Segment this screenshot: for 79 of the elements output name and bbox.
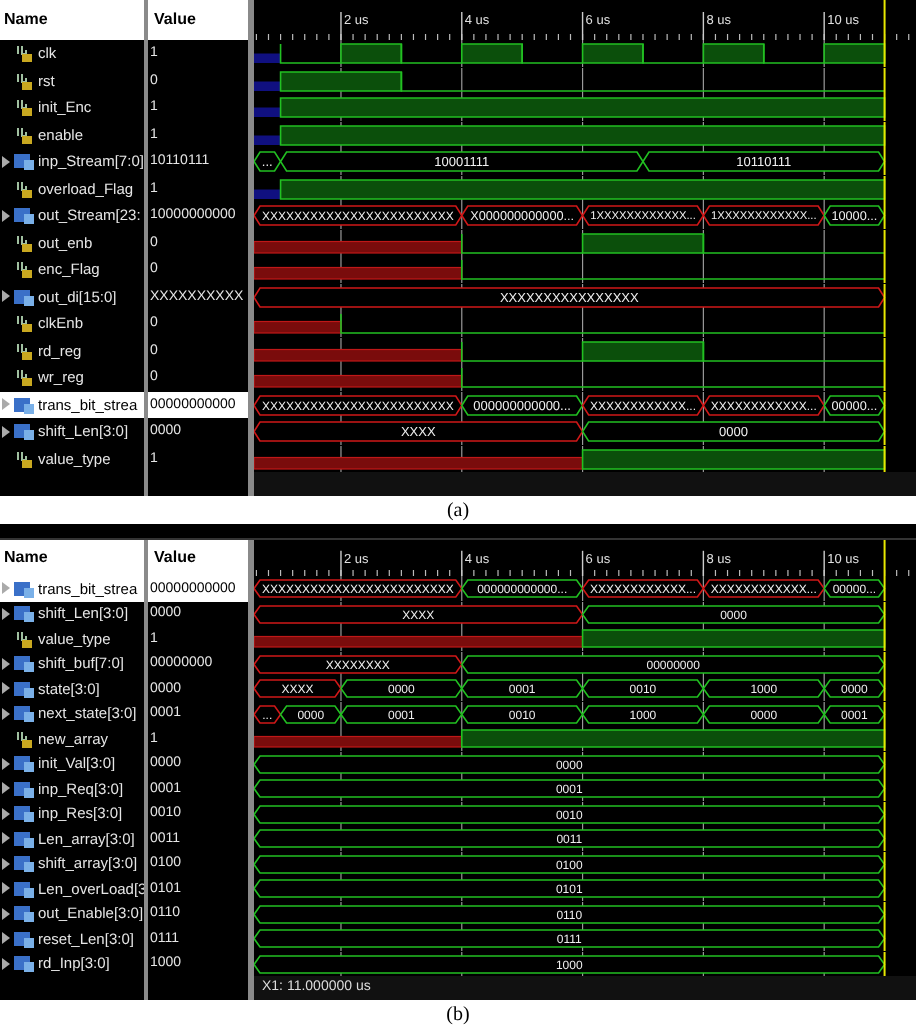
bit-signal-icon: [16, 125, 32, 144]
undefined-signal: [254, 320, 342, 334]
bus-signal-icon: [14, 579, 34, 598]
signal-high: [702, 43, 765, 64]
bus-signal-icon: [14, 679, 34, 698]
initial-signal: [254, 107, 281, 117]
bus-signal-icon: [14, 422, 34, 441]
bus-signal-icon: [14, 704, 34, 723]
bus-signal-icon: [14, 395, 34, 414]
bus-signal-icon: [14, 854, 34, 873]
bus-signal-icon: [14, 879, 34, 898]
bit-signal-icon: [16, 368, 32, 387]
bit-signal-icon: [16, 98, 32, 117]
signal-low: [521, 43, 584, 64]
cursor-line[interactable]: [883, 601, 886, 626]
bit-signal-icon: [16, 449, 32, 468]
column-header[interactable]: Value: [148, 0, 248, 40]
cursor-line[interactable]: [883, 445, 886, 472]
initial-signal: [254, 53, 281, 63]
signal-low: [460, 340, 584, 361]
bus-signal-icon: [14, 829, 34, 848]
bus-signal-icon: [14, 779, 34, 798]
cursor-line[interactable]: [883, 651, 886, 676]
signal-low: [642, 43, 705, 64]
expand-arrow-icon[interactable]: [1, 209, 9, 222]
bit-signal-icon: [16, 233, 32, 252]
signal-high: [279, 70, 403, 91]
bus-signal-icon: [14, 206, 34, 225]
signal-low: [460, 232, 584, 253]
bus-signal-icon: [14, 152, 34, 171]
signal-high: [581, 43, 644, 64]
cursor-line[interactable]: [883, 175, 886, 202]
figure-caption: (a): [446, 497, 470, 525]
cursor-line[interactable]: [883, 67, 886, 94]
column-header[interactable]: Name: [0, 540, 144, 576]
initial-signal: [254, 80, 281, 90]
expand-arrow-icon[interactable]: [1, 155, 9, 168]
signal-high: [460, 43, 523, 64]
signal-low: [400, 43, 463, 64]
bus-signal-icon: [14, 929, 34, 948]
cursor-line[interactable]: [883, 751, 886, 776]
column-header[interactable]: Value: [148, 540, 248, 576]
bit-signal-icon: [16, 729, 32, 748]
bit-signal-icon: [16, 314, 32, 333]
bit-signal-icon: [16, 71, 32, 90]
signal-high: [823, 43, 886, 64]
cursor-line[interactable]: [883, 229, 886, 256]
signal-low: [763, 43, 825, 64]
column-header[interactable]: Name: [0, 0, 144, 40]
bit-signal-icon: [16, 260, 32, 279]
bus-signal-icon: [14, 754, 34, 773]
bus-signal-icon: [14, 287, 34, 306]
expand-arrow-icon[interactable]: [1, 425, 9, 438]
bus-signal-icon: [14, 604, 34, 623]
cursor-line[interactable]: [883, 701, 886, 726]
cursor-line[interactable]: [883, 951, 886, 976]
signal-high: [581, 232, 705, 253]
cursor-line[interactable]: [883, 121, 886, 148]
bit-signal-icon: [16, 44, 32, 63]
bit-signal-icon: [16, 341, 32, 360]
cursor-line[interactable]: [883, 391, 886, 418]
bus-signal-icon: [14, 804, 34, 823]
initial-signal: [254, 188, 281, 198]
expand-arrow-icon[interactable]: [1, 290, 9, 303]
figure-caption: (b): [446, 1001, 470, 1029]
signal-high: [340, 43, 403, 64]
cursor-line[interactable]: [883, 901, 886, 926]
cursor-line[interactable]: [883, 801, 886, 826]
bit-signal-icon: [16, 179, 32, 198]
cursor-line[interactable]: [883, 337, 886, 364]
bit-signal-icon: [16, 629, 32, 648]
cursor-line[interactable]: [883, 283, 886, 310]
bus-signal-icon: [14, 904, 34, 923]
cursor-line[interactable]: [883, 851, 886, 876]
signal-high: [581, 340, 705, 361]
initial-signal: [254, 134, 281, 144]
bus-signal-icon: [14, 954, 34, 973]
signal-low: [279, 43, 342, 64]
bus-signal-icon: [14, 654, 34, 673]
